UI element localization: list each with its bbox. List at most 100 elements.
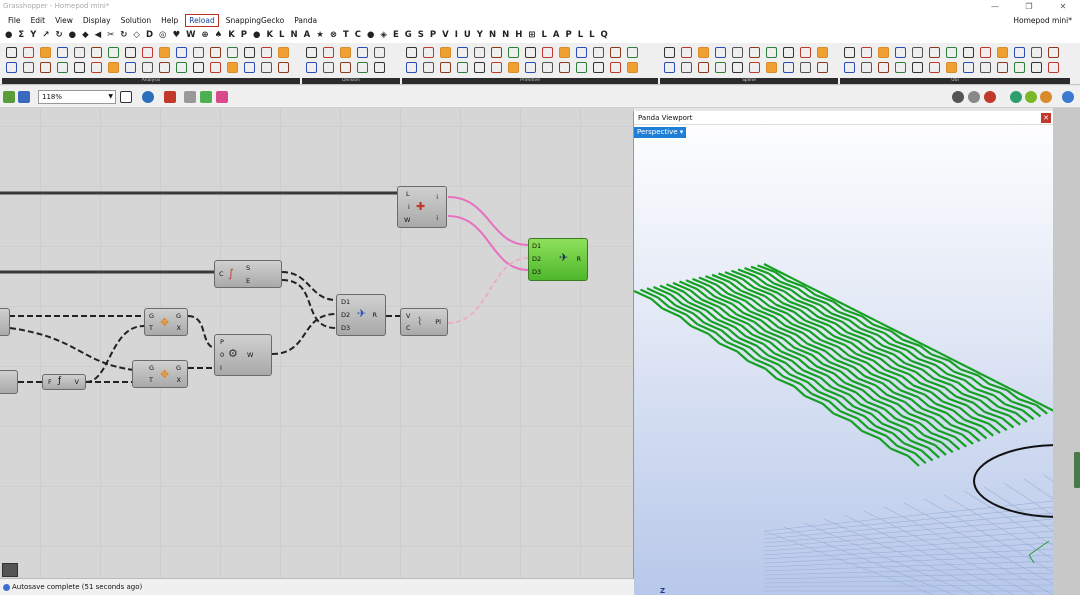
ribbon-tool-icon[interactable] — [491, 47, 502, 58]
menu-reload[interactable]: Reload — [185, 14, 219, 27]
tab-28[interactable]: ● — [364, 28, 377, 43]
menu-panda[interactable]: Panda — [289, 13, 322, 28]
preview-mesh-icon[interactable] — [968, 91, 980, 103]
ribbon-tool-icon[interactable] — [878, 62, 889, 73]
ribbon-tool-icon[interactable] — [946, 62, 957, 73]
ribbon-tool-icon[interactable] — [406, 62, 417, 73]
preview-shaded-icon[interactable] — [984, 91, 996, 103]
ribbon-tool-icon[interactable] — [610, 47, 621, 58]
ribbon-tool-icon[interactable] — [193, 47, 204, 58]
ribbon-tool-icon[interactable] — [715, 62, 726, 73]
ribbon-tool-icon[interactable] — [593, 62, 604, 73]
ribbon-tool-icon[interactable] — [980, 62, 991, 73]
open-file-icon[interactable] — [3, 91, 15, 103]
ribbon-tool-icon[interactable] — [91, 47, 102, 58]
ribbon-tool-icon[interactable] — [91, 62, 102, 73]
save-file-icon[interactable] — [18, 91, 30, 103]
panda-viewport[interactable]: Panda Viewport ✕ Perspective ▾ Z — [633, 111, 1053, 595]
ribbon-tool-icon[interactable] — [912, 62, 923, 73]
ribbon-tool-icon[interactable] — [861, 62, 872, 73]
ribbon-tool-icon[interactable] — [766, 62, 777, 73]
ribbon-tool-icon[interactable] — [159, 47, 170, 58]
ribbon-tool-icon[interactable] — [844, 62, 855, 73]
ribbon-tool-icon[interactable] — [40, 47, 51, 58]
tab-18[interactable]: P — [238, 28, 250, 43]
ribbon-tool-icon[interactable] — [732, 62, 743, 73]
menu-display[interactable]: Display — [78, 13, 116, 28]
tab-7[interactable]: ◀ — [92, 28, 105, 43]
ribbon-tool-icon[interactable] — [227, 47, 238, 58]
tab-8[interactable]: ✂ — [104, 28, 117, 43]
component-merge-mid[interactable]: D1 D2 D3 R ✈ — [336, 294, 386, 336]
ribbon-tool-icon[interactable] — [542, 47, 553, 58]
tab-15[interactable]: ⊕ — [198, 28, 211, 43]
ribbon-tool-icon[interactable] — [176, 47, 187, 58]
ribbon-tool-icon[interactable] — [159, 62, 170, 73]
ribbon-tool-icon[interactable] — [715, 47, 726, 58]
tab-47[interactable]: Q — [598, 28, 611, 43]
minimize-icon[interactable]: — — [978, 0, 1012, 13]
tab-33[interactable]: P — [427, 28, 439, 43]
ribbon-tool-icon[interactable] — [1014, 47, 1025, 58]
ribbon-tool-icon[interactable] — [474, 47, 485, 58]
tab-6[interactable]: ◆ — [79, 28, 92, 43]
ribbon-tool-icon[interactable] — [912, 47, 923, 58]
tab-44[interactable]: P — [562, 28, 574, 43]
ribbon-tool-icon[interactable] — [40, 62, 51, 73]
ribbon-tool-icon[interactable] — [108, 47, 119, 58]
ribbon-tool-icon[interactable] — [508, 47, 519, 58]
component-evaluate-b[interactable]: G T G X ✥ — [132, 360, 188, 388]
component-voronoi[interactable]: V C Pl ⌇ — [400, 308, 448, 336]
tab-23[interactable]: A — [301, 28, 314, 43]
side-panel-handle[interactable] — [1074, 452, 1080, 488]
ribbon-tool-icon[interactable] — [627, 62, 638, 73]
ribbon-tool-icon[interactable] — [457, 62, 468, 73]
tab-16[interactable]: ♠ — [212, 28, 226, 43]
component-solid[interactable]: P 0 I W ⚙ — [214, 334, 272, 376]
tab-40[interactable]: H — [512, 28, 525, 43]
ribbon-tool-icon[interactable] — [946, 47, 957, 58]
tab-42[interactable]: L — [538, 28, 549, 43]
ribbon-tool-icon[interactable] — [508, 62, 519, 73]
ribbon-tool-icon[interactable] — [1031, 47, 1042, 58]
ribbon-tool-icon[interactable] — [261, 47, 272, 58]
ribbon-tool-icon[interactable] — [627, 47, 638, 58]
tab-38[interactable]: N — [486, 28, 499, 43]
ribbon-tool-icon[interactable] — [576, 62, 587, 73]
ribbon-tool-icon[interactable] — [732, 47, 743, 58]
ribbon-tool-icon[interactable] — [374, 62, 385, 73]
ribbon-tool-icon[interactable] — [340, 62, 351, 73]
tab-26[interactable]: T — [340, 28, 352, 43]
ribbon-tool-icon[interactable] — [74, 47, 85, 58]
ribbon-tool-icon[interactable] — [244, 47, 255, 58]
ribbon-tool-icon[interactable] — [817, 47, 828, 58]
component-curve-frames[interactable]: C S E ∫ — [214, 260, 282, 288]
grasshopper-canvas[interactable]: L i W i i ✚ C S E ∫ G T G X ✥ G T G X ✥ — [0, 108, 634, 578]
ribbon-tool-icon[interactable] — [861, 47, 872, 58]
ribbon-tool-icon[interactable] — [406, 47, 417, 58]
ribbon-tool-icon[interactable] — [878, 47, 889, 58]
tab-30[interactable]: E — [390, 28, 402, 43]
ribbon-tool-icon[interactable] — [664, 62, 675, 73]
tab-46[interactable]: L — [586, 28, 597, 43]
sphere-blue-icon[interactable] — [1062, 91, 1074, 103]
component-evaluate-a[interactable]: G T G X ✥ — [144, 308, 188, 336]
ribbon-tool-icon[interactable] — [542, 62, 553, 73]
ribbon-tool-icon[interactable] — [210, 62, 221, 73]
ribbon-tool-icon[interactable] — [176, 62, 187, 73]
tab-20[interactable]: K — [263, 28, 276, 43]
ribbon-tool-icon[interactable] — [357, 62, 368, 73]
view-mode-tag[interactable]: Perspective ▾ — [634, 127, 687, 138]
ribbon-tool-icon[interactable] — [193, 62, 204, 73]
tab-45[interactable]: L — [575, 28, 586, 43]
component-list-item[interactable]: L i W i i ✚ — [397, 186, 447, 228]
ribbon-tool-icon[interactable] — [306, 47, 317, 58]
lasso-icon[interactable] — [216, 91, 228, 103]
snapshot-icon[interactable] — [184, 91, 196, 103]
ribbon-tool-icon[interactable] — [423, 47, 434, 58]
tab-34[interactable]: V — [439, 28, 452, 43]
ribbon-tool-icon[interactable] — [929, 47, 940, 58]
ribbon-tool-icon[interactable] — [491, 62, 502, 73]
ribbon-tool-icon[interactable] — [227, 62, 238, 73]
tab-19[interactable]: ● — [250, 28, 263, 43]
